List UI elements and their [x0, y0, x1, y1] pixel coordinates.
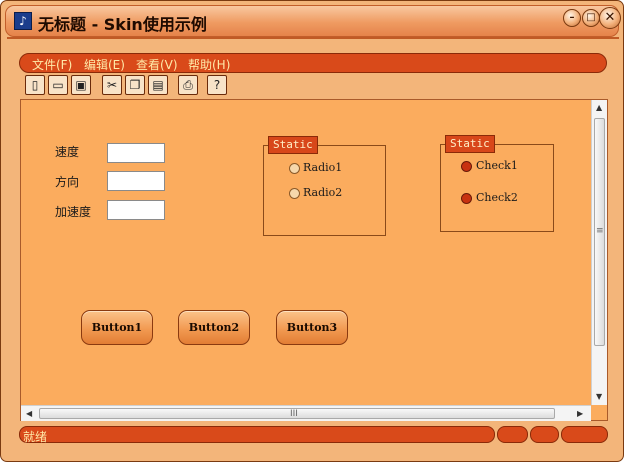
button2[interactable]: Button2 [178, 310, 250, 345]
app-icon[interactable]: ♪ [14, 12, 32, 30]
status-pane-2 [497, 426, 528, 443]
check2-label[interactable]: Check2 [476, 191, 518, 204]
cut-icon[interactable]: ✂ [102, 75, 122, 95]
horizontal-scrollbar[interactable]: ◀ III ▶ [21, 405, 591, 421]
title-bar[interactable]: ♪ 无标题 - Skin使用示例 [5, 5, 619, 37]
menu-file[interactable]: 文件(F) [32, 56, 72, 73]
vertical-scroll-thumb[interactable]: ≡ [594, 118, 605, 346]
maximize-button[interactable]: □ [582, 9, 600, 27]
menu-help[interactable]: 帮助(H) [188, 56, 230, 73]
scroll-up-icon[interactable]: ▲ [596, 104, 602, 112]
button1[interactable]: Button1 [81, 310, 153, 345]
check-group-caption: Static [445, 135, 495, 153]
acceleration-field[interactable] [107, 200, 165, 220]
status-text: 就绪 [23, 430, 48, 444]
open-folder-icon[interactable]: ▭ [48, 75, 68, 95]
radio1-button[interactable] [289, 163, 300, 174]
copy-icon[interactable]: ❐ [125, 75, 145, 95]
print-icon[interactable]: ⎙ [178, 75, 198, 95]
status-pane-4 [561, 426, 608, 443]
title-separator [7, 37, 619, 39]
scroll-down-icon[interactable]: ▼ [596, 393, 602, 401]
check2-box[interactable] [461, 193, 472, 204]
speed-field[interactable] [107, 143, 165, 163]
status-bar: 就绪 [19, 426, 609, 444]
scroll-left-icon[interactable]: ◀ [26, 410, 32, 418]
direction-label: 方向 [55, 175, 80, 189]
radio2-button[interactable] [289, 188, 300, 199]
save-icon[interactable]: ▣ [71, 75, 91, 95]
grip-icon: III [290, 409, 298, 419]
close-button[interactable]: ✕ [599, 7, 621, 29]
menu-edit[interactable]: 编辑(E) [84, 56, 125, 73]
help-icon[interactable]: ? [207, 75, 227, 95]
scroll-right-icon[interactable]: ▶ [577, 410, 583, 418]
radio2-label[interactable]: Radio2 [303, 186, 342, 199]
status-pane-main: 就绪 [19, 426, 495, 444]
check-group [440, 144, 554, 232]
window-title: 无标题 - Skin使用示例 [38, 15, 207, 34]
status-pane-3 [530, 426, 559, 443]
menu-view[interactable]: 查看(V) [136, 56, 178, 73]
radio1-label[interactable]: Radio1 [303, 161, 342, 174]
button3[interactable]: Button3 [276, 310, 348, 345]
grip-icon: ≡ [596, 226, 604, 236]
acceleration-label: 加速度 [55, 205, 92, 219]
speed-label: 速度 [55, 145, 80, 159]
check1-box[interactable] [461, 161, 472, 172]
new-file-icon[interactable]: ▯ [25, 75, 45, 95]
check1-label[interactable]: Check1 [476, 159, 518, 172]
horizontal-scroll-thumb[interactable]: III [39, 408, 555, 419]
direction-field[interactable] [107, 171, 165, 191]
menu-bar: 文件(F) 编辑(E) 查看(V) 帮助(H) [19, 53, 607, 73]
paste-icon[interactable]: ▤ [148, 75, 168, 95]
radio-group-caption: Static [268, 136, 318, 154]
main-window: ♪ 无标题 - Skin使用示例 – □ ✕ 文件(F) 编辑(E) 查看(V)… [0, 0, 624, 462]
minimize-button[interactable]: – [563, 9, 581, 27]
vertical-scrollbar[interactable]: ▲ ≡ ▼ [591, 100, 607, 405]
